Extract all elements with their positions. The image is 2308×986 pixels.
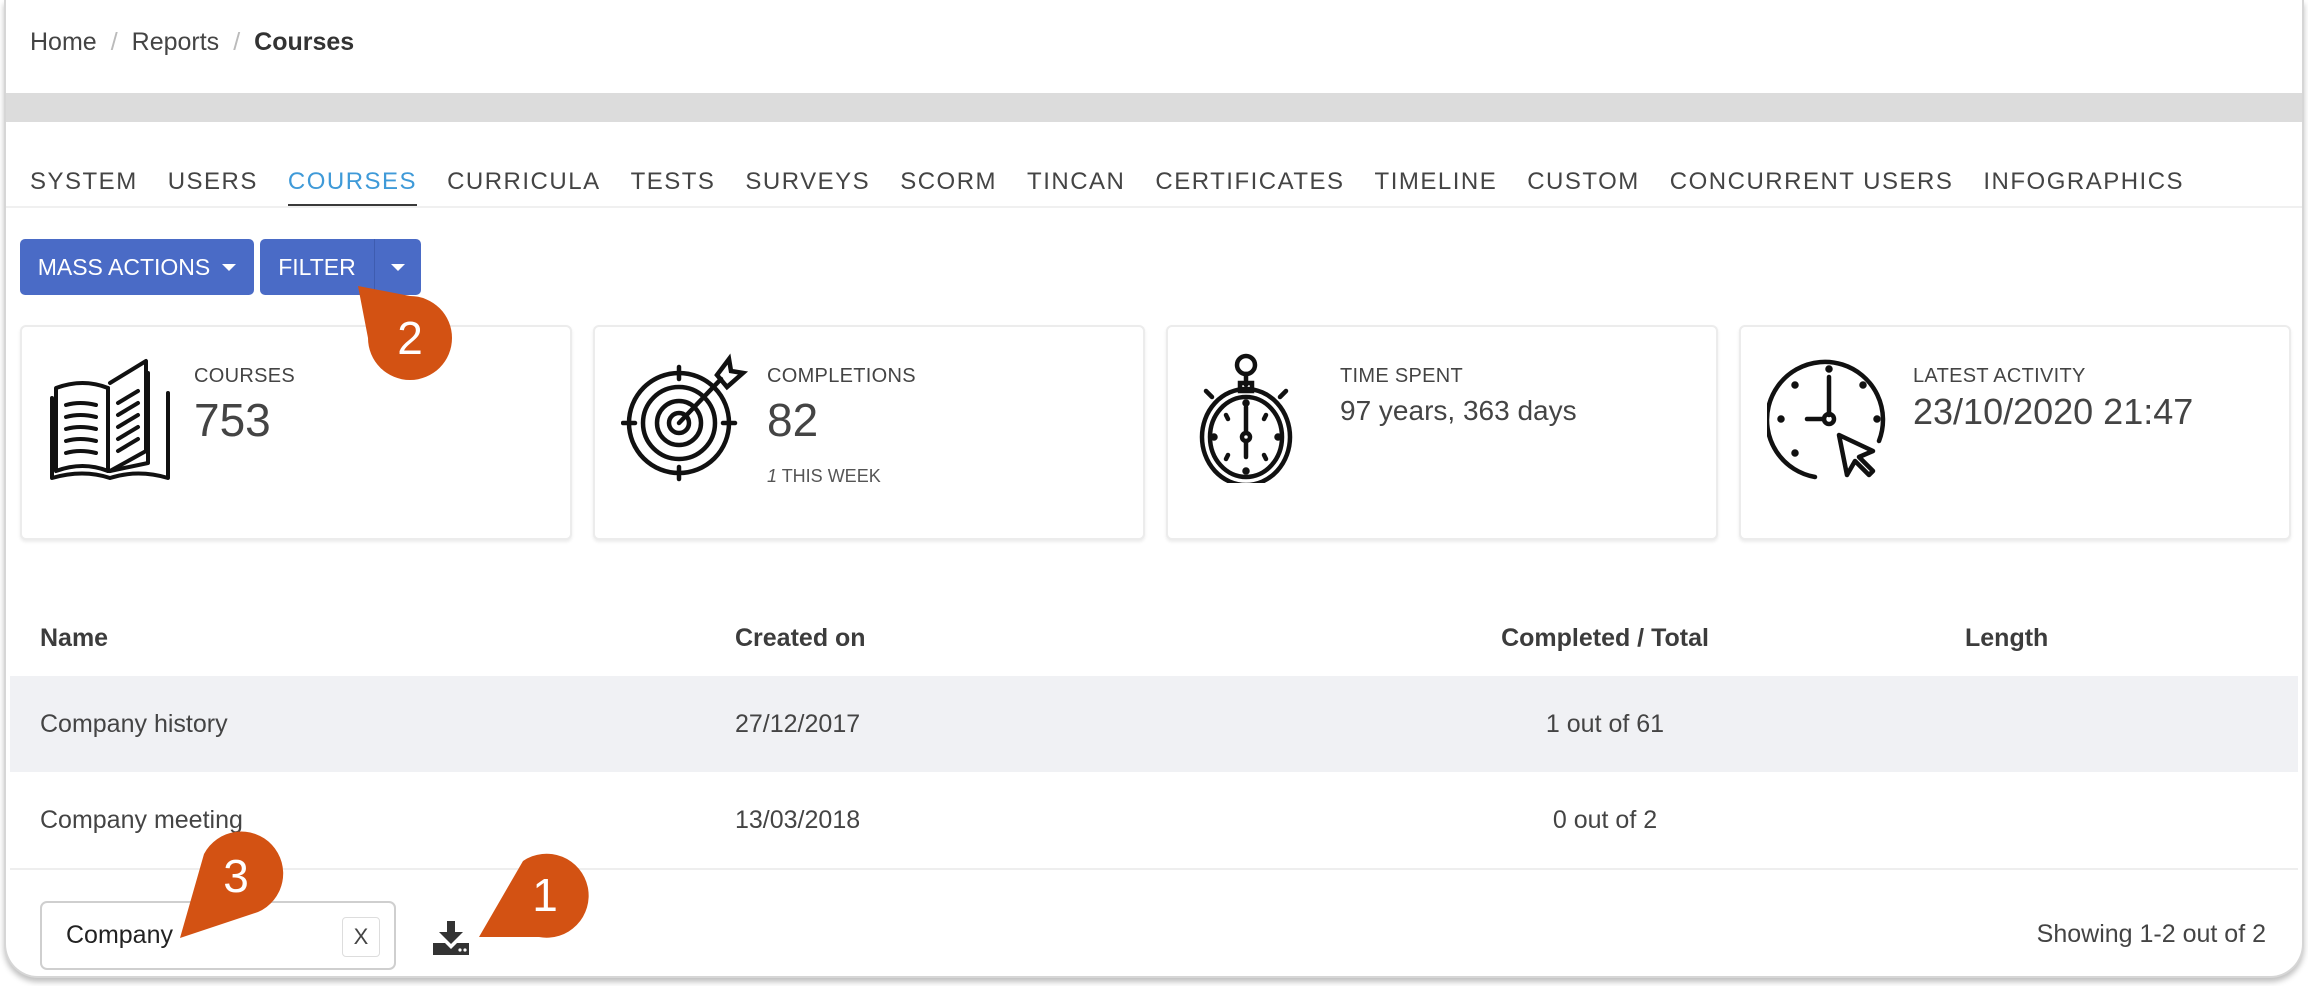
tabs-divider [6,206,2302,208]
tab-surveys[interactable]: SURVEYS [745,168,870,206]
target-icon [621,353,749,482]
breadcrumb-separator: / [110,28,118,56]
callout-number: 2 [397,312,423,364]
cell-created-on: 27/12/2017 [735,709,861,738]
courses-table: Name Created on Completed / Total Length… [10,600,2298,870]
stat-card-time-spent: TIME SPENT 97 years, 363 days [1166,325,1718,540]
caret-down-icon [391,263,405,271]
filter-dropdown-toggle[interactable] [374,239,421,295]
tab-courses[interactable]: COURSES [287,168,418,206]
stat-label: LATEST ACTIVITY [1913,365,2086,387]
table-row[interactable]: Company history 27/12/2017 1 out of 61 [10,676,2298,772]
breadcrumb-separator: / [233,28,241,56]
table-divider [10,868,2298,870]
stat-value: 82 [767,394,819,446]
stopwatch-icon [1199,353,1293,483]
tab-certificates[interactable]: CERTIFICATES [1155,168,1344,206]
cell-name[interactable]: Company meeting [10,806,735,835]
tab-infographics[interactable]: INFOGRAPHICS [1983,168,2184,206]
open-book-icon [50,359,170,480]
stat-card-completions: COMPLETIONS 82 1 THIS WEEK [593,325,1145,540]
tab-users[interactable]: USERS [168,168,258,206]
caret-down-icon [222,263,237,271]
tab-tincan[interactable]: TINCAN [1027,168,1125,206]
stat-label: COMPLETIONS [767,365,916,387]
tab-scorm[interactable]: SCORM [900,168,997,206]
cell-completed-total: 1 out of 61 [1545,709,1665,738]
stat-subtext-number: 1 [767,466,778,486]
tab-timeline[interactable]: TIMELINE [1375,168,1498,206]
mass-actions-button[interactable]: MASS ACTIONS [20,239,254,295]
stat-card-courses: COURSES 753 [20,325,572,540]
tab-tests[interactable]: TESTS [631,168,716,206]
breadcrumb-current: Courses [254,28,355,56]
callout-marker-3: 3 [180,831,284,938]
tab-curricula[interactable]: CURRICULA [447,168,601,206]
column-header-completed-total[interactable]: Completed / Total [1355,624,1855,653]
tab-system[interactable]: SYSTEM [30,168,138,206]
breadcrumb: Home / Reports / Courses [30,28,354,57]
column-header-name[interactable]: Name [10,624,735,653]
filter-button[interactable]: FILTER [260,239,374,295]
callout-marker-2: 2 [358,286,452,380]
callout-number: 3 [223,850,249,902]
stat-label: TIME SPENT [1340,365,1464,387]
cell-completed-total: 0 out of 2 [1552,805,1658,834]
table-header: Name Created on Completed / Total Length [10,600,2298,676]
tab-custom[interactable]: CUSTOM [1527,168,1640,206]
cell-created-on: 13/03/2018 [735,805,861,834]
stat-subtext-label: THIS WEEK [777,466,881,486]
column-header-created-on[interactable]: Created on [735,624,1355,653]
stat-value: 23/10/2020 21:47 [1913,391,2194,432]
stat-value: 97 years, 363 days [1340,395,1577,426]
stat-label: COURSES [194,365,296,387]
tab-concurrent-users[interactable]: CONCURRENT USERS [1670,168,1954,206]
clear-search-button[interactable]: X [342,917,380,957]
filter-label: FILTER [278,253,356,280]
clock-cursor-icon [1767,359,1886,480]
stat-value: 753 [194,394,271,446]
download-icon[interactable] [433,921,469,955]
stat-card-latest-activity: LATEST ACTIVITY 23/10/2020 21:47 [1739,325,2291,540]
report-tabs: SYSTEM USERS COURSES CURRICULA TESTS SUR… [30,168,2214,206]
cell-name[interactable]: Company history [10,710,735,739]
pagination-summary: Showing 1-2 out of 2 [2036,920,2266,948]
breadcrumb-reports[interactable]: Reports [132,28,220,57]
callout-number: 1 [532,869,558,921]
header-band [6,93,2302,122]
column-header-length[interactable]: Length [1855,624,2298,653]
mass-actions-label: MASS ACTIONS [37,253,211,280]
table-row[interactable]: Company meeting 13/03/2018 0 out of 2 [10,772,2298,868]
callout-marker-1: 1 [479,853,589,938]
stat-subtext: 1 THIS WEEK [767,466,881,487]
breadcrumb-home[interactable]: Home [30,28,97,57]
